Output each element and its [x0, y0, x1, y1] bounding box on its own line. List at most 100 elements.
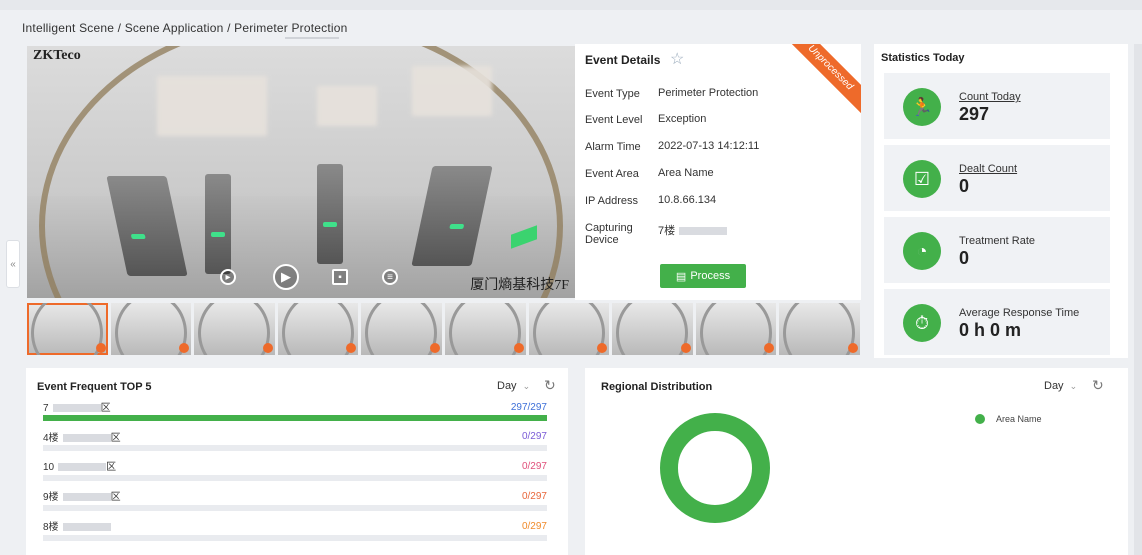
clock-icon	[179, 343, 190, 353]
status-ribbon: Unprocessed	[776, 44, 861, 122]
video-blur-region	[317, 86, 377, 126]
avg-response-card: ⏱ Average Response Time 0 h 0 m	[884, 289, 1110, 355]
top5-item-name: 9楼区	[43, 492, 121, 503]
video-watermark-top: ZKTeco	[33, 48, 81, 63]
thumbnail[interactable]	[361, 303, 442, 355]
masked-text	[679, 227, 728, 236]
top5-period-value: Day	[497, 380, 517, 392]
thumbnail[interactable]	[444, 303, 526, 355]
dealt-count-card: ☑ Dealt Count 0	[884, 145, 1110, 211]
avg-response-label: Average Response Time	[959, 307, 1080, 319]
clock-icon	[847, 343, 858, 353]
top5-item-bar	[43, 415, 547, 421]
video-blur-region	[412, 66, 492, 116]
clock-icon	[346, 343, 357, 353]
ip-address-label: IP Address	[585, 195, 638, 207]
treatment-rate-label: Treatment Rate	[959, 235, 1036, 247]
regional-donut-chart[interactable]	[660, 413, 770, 523]
donut-slice-area-name[interactable]	[660, 413, 770, 523]
clipboard-check-icon: ☑	[903, 160, 941, 198]
video-player[interactable]: ZKTeco 厦门熵基科技7F ▸ ▶ ▪ ≡	[27, 46, 575, 298]
capturing-device-value: 7楼	[658, 222, 728, 238]
dealt-count-link[interactable]: Dealt Count	[959, 163, 1017, 175]
thumbnail-strip	[27, 303, 860, 355]
top5-item-name: 8楼	[43, 518, 111, 533]
clock-icon	[429, 343, 440, 353]
alarm-time-value: 2022-07-13 14:12:11	[658, 140, 760, 152]
document-icon: ▤	[675, 270, 687, 283]
top5-item-count: 0/297	[521, 461, 547, 472]
thumbnail[interactable]	[194, 303, 275, 355]
dealt-count-value: 0	[959, 176, 970, 196]
event-level-value: Exception	[658, 113, 707, 125]
chevron-down-icon: ⌄	[1069, 381, 1078, 391]
capturing-device-label: Capturing Device	[585, 222, 633, 246]
legend-label: Area Name	[996, 414, 1042, 424]
event-type-label: Event Type	[585, 88, 640, 100]
event-area-label: Event Area	[585, 168, 639, 180]
event-level-label: Event Level	[585, 114, 643, 126]
record-icon[interactable]: ≡	[382, 269, 398, 285]
event-type-value: Perimeter Protection	[658, 87, 759, 99]
process-button[interactable]: ▤ Process	[660, 264, 746, 288]
event-details-panel: Event Details ☆ Unprocessed Event Type P…	[575, 44, 861, 300]
top5-item-count: 0/297	[521, 521, 547, 532]
video-blur-region	[157, 76, 267, 136]
count-today-link[interactable]: Count Today	[959, 91, 1021, 103]
alarm-time-label: Alarm Time	[585, 141, 641, 153]
chevron-down-icon: ⌄	[522, 381, 531, 391]
refresh-icon[interactable]: ↻	[1092, 377, 1104, 394]
top5-item-name: 10 区	[43, 462, 117, 473]
top5-title: Event Frequent TOP 5	[37, 381, 152, 393]
running-person-icon: 🏃	[903, 88, 941, 126]
thumbnail[interactable]	[110, 303, 192, 355]
statistics-title: Statistics Today	[881, 52, 965, 64]
top5-item-bar-fill	[43, 415, 547, 421]
play-icon[interactable]: ▸	[220, 269, 236, 285]
event-details-title: Event Details	[585, 53, 661, 67]
count-today-value: 297	[959, 104, 990, 124]
count-today-card: 🏃 Count Today 297	[884, 73, 1110, 139]
clock-icon	[513, 343, 524, 353]
thumbnail[interactable]	[779, 303, 860, 355]
turnstile	[317, 164, 343, 264]
clock-icon	[680, 343, 691, 353]
thumbnail[interactable]	[695, 303, 777, 355]
turnstile	[205, 174, 231, 274]
page-scrollbar[interactable]	[1134, 44, 1142, 555]
legend-dot	[975, 414, 985, 424]
clock-icon	[597, 343, 608, 353]
play-circle-icon[interactable]: ▶	[273, 264, 299, 290]
regional-title: Regional Distribution	[601, 381, 713, 393]
process-button-label: Process	[690, 270, 731, 282]
collapse-sidebar-button[interactable]: «	[6, 240, 20, 288]
statistics-panel: Statistics Today 🏃 Count Today 297 ☑ Dea…	[874, 44, 1128, 358]
save-icon[interactable]: ▪	[332, 269, 348, 285]
regional-period-select[interactable]: Day ⌄	[1044, 380, 1077, 392]
regional-distribution-panel: Regional Distribution Day ⌄ ↻ Area Name	[585, 368, 1128, 555]
top5-period-select[interactable]: Day ⌄	[497, 380, 530, 392]
event-area-value: Area Name	[658, 167, 714, 179]
capturing-device-text: 7楼	[658, 225, 676, 237]
top5-item-name: 7区	[43, 403, 111, 414]
video-watermark-bottom: 厦门熵基科技7F	[470, 278, 569, 293]
thumbnail[interactable]	[27, 303, 108, 355]
refresh-icon[interactable]: ↻	[544, 377, 556, 394]
avg-response-value: 0 h 0 m	[959, 320, 1022, 340]
thumbnail[interactable]	[528, 303, 610, 355]
star-icon[interactable]: ☆	[670, 49, 684, 69]
top5-item-count: 0/297	[521, 491, 547, 502]
ip-address-value: 10.8.66.134	[658, 194, 717, 206]
clock-icon	[764, 343, 775, 353]
clock-icon	[262, 343, 273, 353]
pie-chart-icon: ◔	[903, 232, 941, 270]
thumbnail[interactable]	[277, 303, 359, 355]
top5-item-bar	[43, 475, 547, 481]
top5-item-bar	[43, 535, 547, 541]
thumbnail[interactable]	[612, 303, 693, 355]
top5-item-count: 297/297	[510, 402, 547, 413]
breadcrumb: Intelligent Scene / Scene Application / …	[22, 21, 348, 35]
stopwatch-icon: ⏱	[903, 304, 941, 342]
top5-item-bar	[43, 505, 547, 511]
treatment-rate-value: 0	[959, 248, 970, 268]
